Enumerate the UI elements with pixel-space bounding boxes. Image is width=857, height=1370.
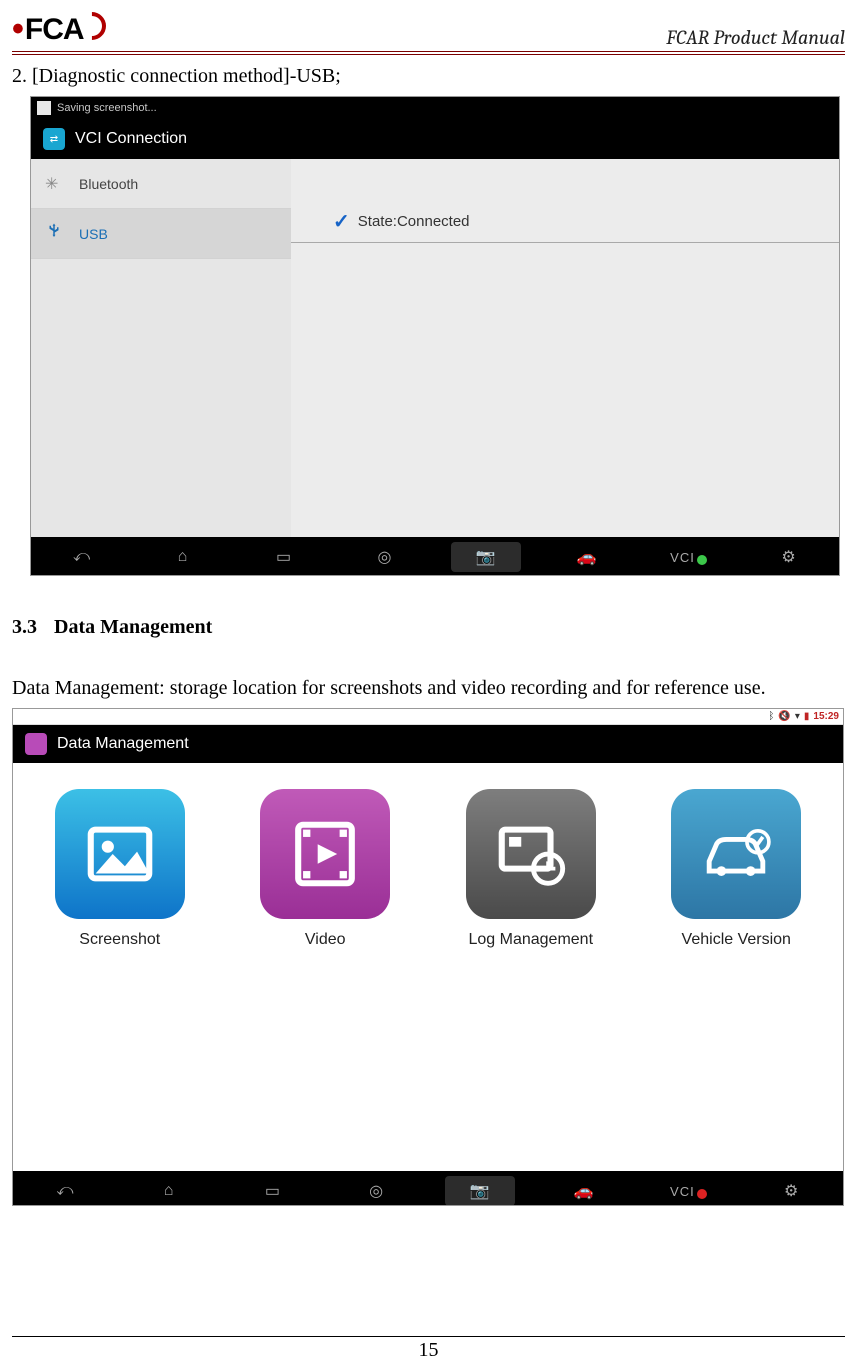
usb-icon bbox=[45, 222, 63, 245]
car-check-icon bbox=[697, 815, 775, 893]
browser-icon: ◎ bbox=[378, 547, 392, 567]
log-clock-icon bbox=[492, 815, 570, 893]
recent-apps-icon: ▭ bbox=[276, 547, 291, 567]
sidebar-item-bluetooth[interactable]: ✳ Bluetooth bbox=[31, 159, 291, 209]
nav-camera-button[interactable]: 📷 bbox=[445, 1176, 515, 1206]
screenshot-tile-icon-box bbox=[55, 789, 185, 919]
android-statusbar-2: ᛒ 🔇 ▾ ▮ 15:29 bbox=[13, 709, 843, 725]
android-statusbar: Saving screenshot... bbox=[31, 97, 839, 119]
page-header: •FCA FCAR Product Manual bbox=[12, 10, 845, 55]
section-title: Data Management bbox=[54, 616, 212, 638]
section-number: 3.3 bbox=[12, 616, 37, 638]
tile-label: Vehicle Version bbox=[664, 931, 810, 949]
nav-camera-button[interactable]: 📷 bbox=[451, 542, 521, 572]
nav-recent-button[interactable]: ▭ bbox=[249, 542, 319, 572]
gear-icon: ⚙ bbox=[784, 1181, 798, 1201]
bluetooth-icon: ✳ bbox=[45, 174, 63, 194]
nav-recent-button[interactable]: ▭ bbox=[237, 1176, 307, 1206]
data-mgmt-app-icon bbox=[25, 733, 47, 755]
section-description: Data Management: storage location for sc… bbox=[12, 677, 845, 700]
nav-vci-button[interactable]: VCI bbox=[653, 542, 723, 572]
film-icon bbox=[286, 815, 364, 893]
nav-vehicle-button[interactable]: 🚗 bbox=[552, 542, 622, 572]
sidebar-item-label: Bluetooth bbox=[79, 176, 138, 192]
back-arrow-icon: ⤺ bbox=[73, 548, 90, 566]
screenshot-tile[interactable]: Screenshot bbox=[47, 789, 193, 949]
car-icon: 🚗 bbox=[574, 1181, 594, 1201]
page-number: 15 bbox=[419, 1339, 439, 1361]
status-saving-text: Saving screenshot... bbox=[57, 102, 157, 114]
tile-grid: Screenshot Video Log Management Vehicle … bbox=[13, 763, 843, 949]
manual-title: FCAR Product Manual bbox=[666, 26, 845, 49]
mute-status-icon: 🔇 bbox=[778, 711, 790, 722]
sidebar-item-usb[interactable]: USB bbox=[31, 209, 291, 259]
nav-back-button[interactable]: ⤺ bbox=[47, 542, 117, 572]
log-tile-icon-box bbox=[466, 789, 596, 919]
vci-appbar-title: VCI Connection bbox=[75, 130, 187, 148]
data-mgmt-appbar: Data Management bbox=[13, 725, 843, 763]
tile-label: Screenshot bbox=[47, 931, 193, 949]
camera-icon: 📷 bbox=[476, 547, 496, 567]
vci-connection-screenshot: Saving screenshot... ⇄ VCI Connection ✳ … bbox=[30, 96, 840, 576]
home-icon: ⌂ bbox=[164, 1182, 174, 1200]
home-icon: ⌂ bbox=[178, 548, 188, 566]
nav-browser-button[interactable]: ◎ bbox=[350, 542, 420, 572]
vci-appbar: ⇄ VCI Connection bbox=[31, 119, 839, 159]
sidebar-item-label: USB bbox=[79, 226, 108, 242]
vci-label: VCI bbox=[670, 550, 695, 565]
picture-icon bbox=[81, 815, 159, 893]
section-3-3-heading: 3.3 Data Management bbox=[12, 616, 845, 639]
video-tile[interactable]: Video bbox=[253, 789, 399, 949]
connection-state-row: ✓ State:Connected bbox=[291, 209, 839, 243]
bottom-navbar: ⤺ ⌂ ▭ ◎ 📷 🚗 VCI ⚙ bbox=[31, 537, 839, 576]
page-footer: 15 bbox=[12, 1336, 845, 1362]
checkmark-icon: ✓ bbox=[333, 209, 350, 234]
logo-text: FCA bbox=[25, 13, 84, 47]
browser-icon: ◎ bbox=[369, 1181, 383, 1201]
recent-apps-icon: ▭ bbox=[265, 1181, 280, 1201]
nav-settings-button[interactable]: ⚙ bbox=[754, 542, 824, 572]
tile-label: Video bbox=[253, 931, 399, 949]
screenshot-indicator-icon bbox=[37, 101, 51, 115]
car-icon: 🚗 bbox=[577, 547, 597, 567]
connection-state-label: State:Connected bbox=[358, 213, 470, 230]
camera-icon: 📷 bbox=[470, 1181, 490, 1201]
fcar-logo: •FCA bbox=[12, 10, 106, 49]
step-2-text: 2. [Diagnostic connection method]-USB; bbox=[12, 65, 845, 88]
gear-icon: ⚙ bbox=[781, 547, 795, 567]
nav-home-button[interactable]: ⌂ bbox=[134, 1176, 204, 1206]
wifi-status-icon: ▾ bbox=[795, 711, 800, 722]
vci-status-dot-red bbox=[697, 1189, 707, 1199]
vci-label: VCI bbox=[670, 1184, 695, 1199]
back-arrow-icon: ⤺ bbox=[56, 1182, 73, 1200]
battery-status-icon: ▮ bbox=[804, 711, 810, 722]
log-management-tile[interactable]: Log Management bbox=[458, 789, 604, 949]
tile-label: Log Management bbox=[458, 931, 604, 949]
nav-settings-button[interactable]: ⚙ bbox=[756, 1176, 826, 1206]
data-mgmt-appbar-title: Data Management bbox=[57, 735, 189, 753]
bottom-navbar-2: ⤺ ⌂ ▭ ◎ 📷 🚗 VCI ⚙ bbox=[13, 1171, 843, 1206]
bluetooth-status-icon: ᛒ bbox=[768, 711, 774, 722]
nav-vci-button[interactable]: VCI bbox=[652, 1176, 722, 1206]
data-management-screenshot: ᛒ 🔇 ▾ ▮ 15:29 Data Management Screenshot… bbox=[12, 708, 844, 1206]
nav-home-button[interactable]: ⌂ bbox=[148, 542, 218, 572]
vci-status-dot-green bbox=[697, 555, 707, 565]
nav-browser-button[interactable]: ◎ bbox=[341, 1176, 411, 1206]
nav-vehicle-button[interactable]: 🚗 bbox=[549, 1176, 619, 1206]
nav-back-button[interactable]: ⤺ bbox=[30, 1176, 100, 1206]
connection-main-pane: ✓ State:Connected bbox=[291, 159, 839, 537]
vci-app-icon: ⇄ bbox=[43, 128, 65, 150]
video-tile-icon-box bbox=[260, 789, 390, 919]
statusbar-clock: 15:29 bbox=[813, 711, 839, 722]
vehicle-tile-icon-box bbox=[671, 789, 801, 919]
vehicle-version-tile[interactable]: Vehicle Version bbox=[664, 789, 810, 949]
connection-sidebar: ✳ Bluetooth USB bbox=[31, 159, 291, 537]
